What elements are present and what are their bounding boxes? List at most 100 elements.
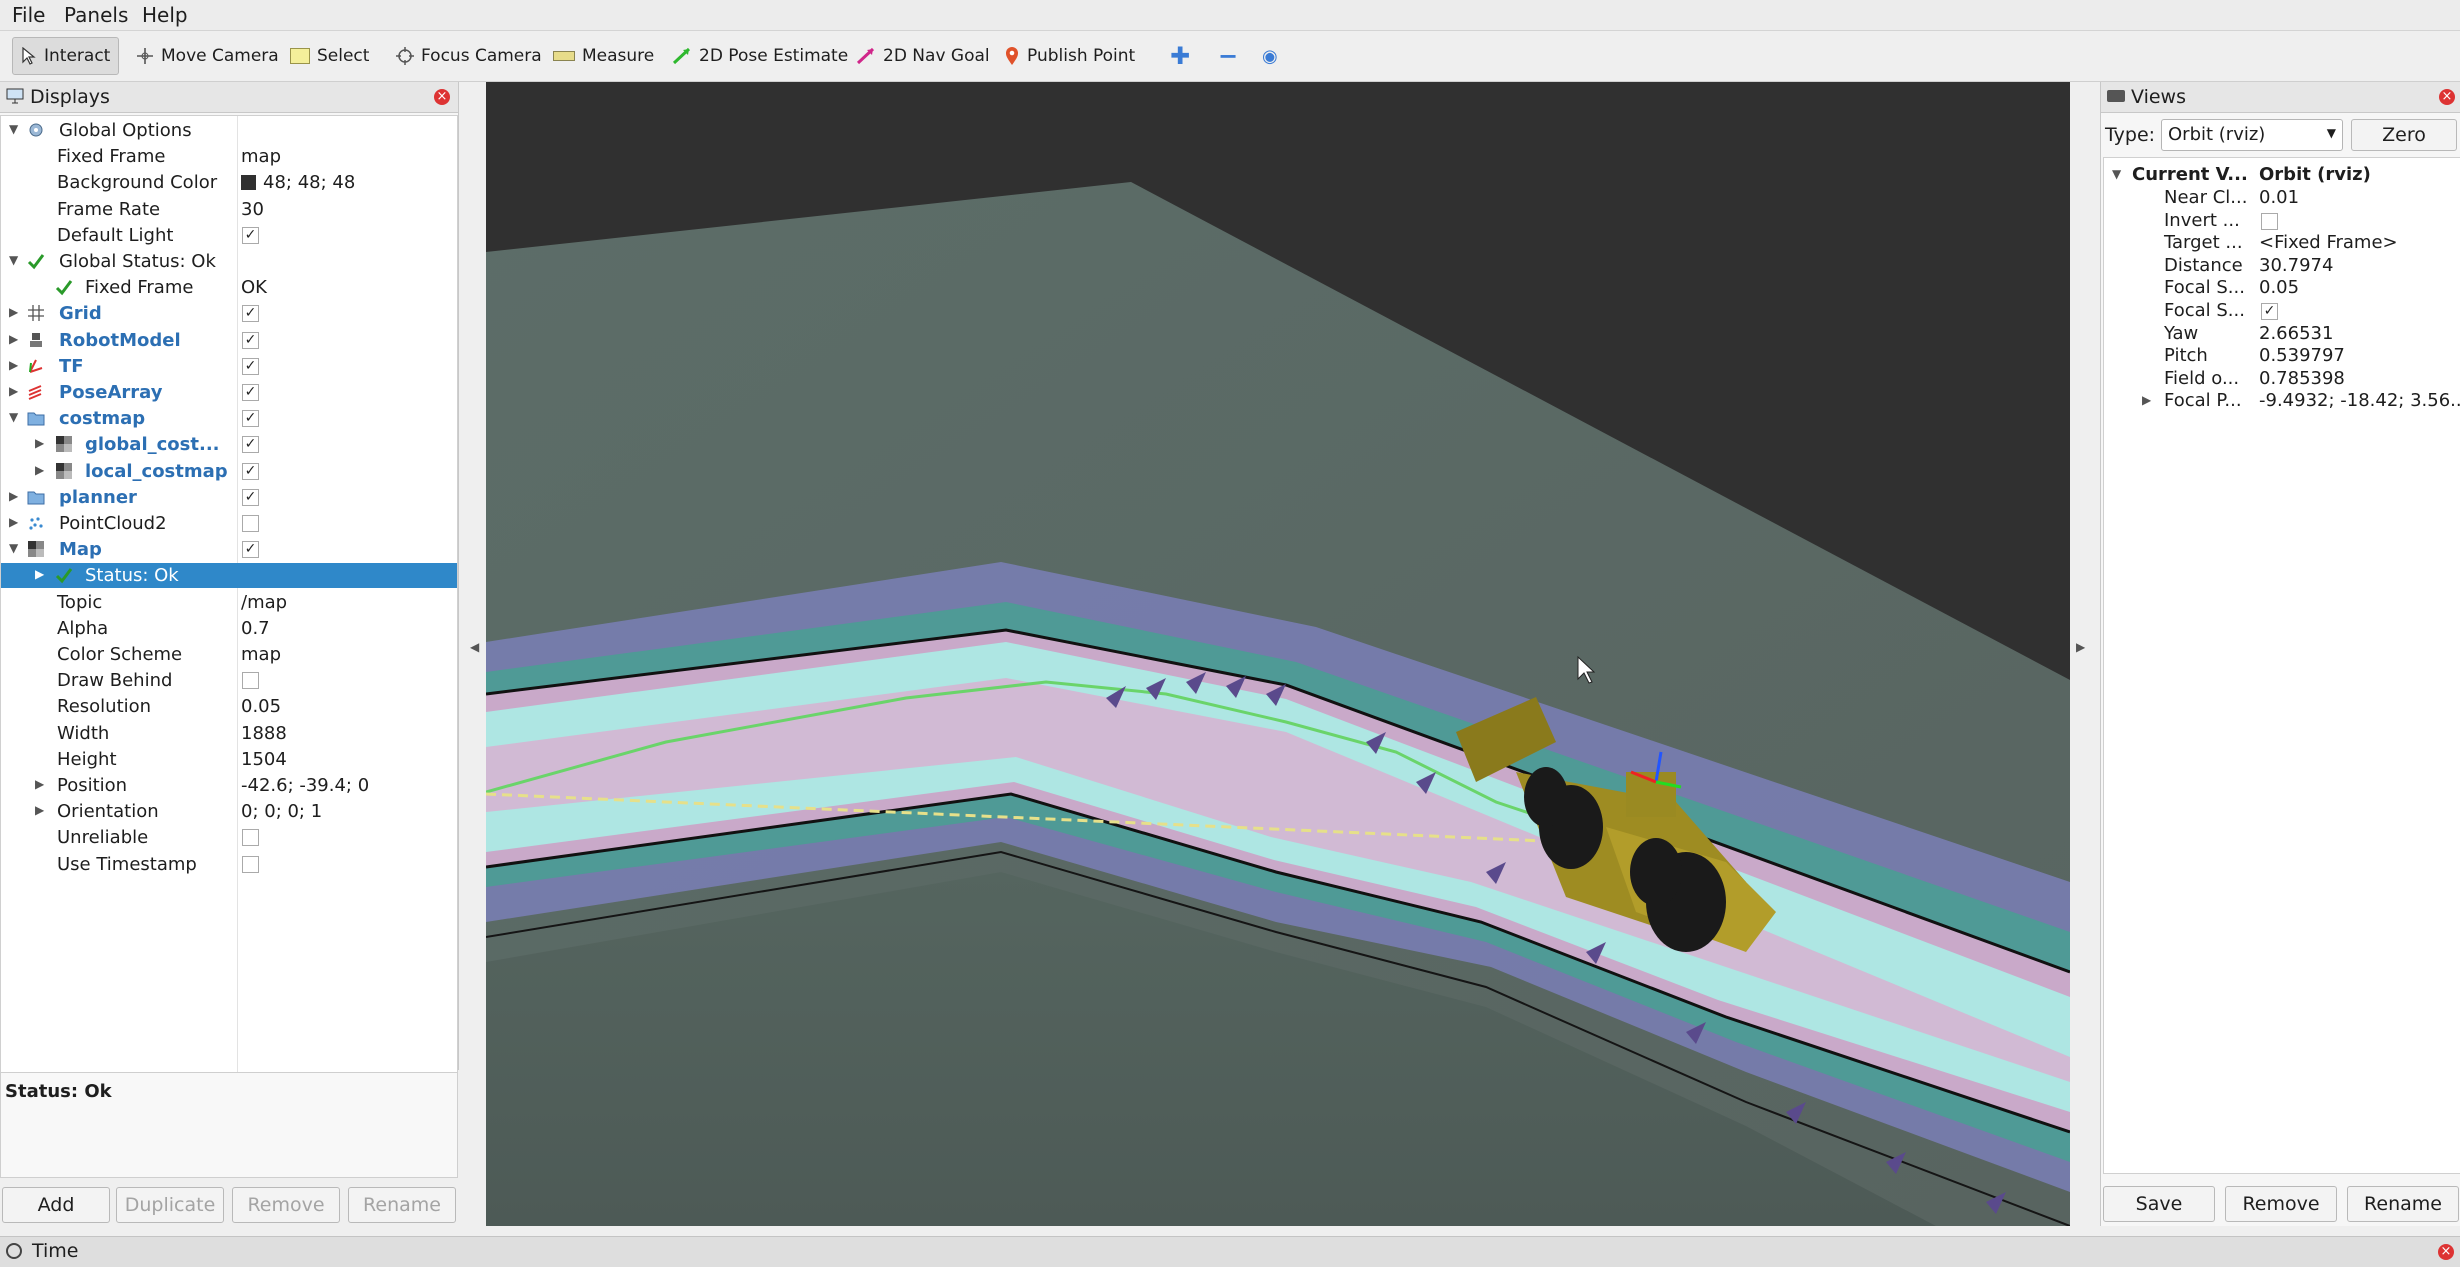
expand-arrow-icon[interactable]: ▶ <box>9 384 18 398</box>
expand-arrow-icon[interactable]: ▶ <box>35 436 44 450</box>
add-button[interactable]: Add <box>2 1187 110 1223</box>
enable-checkbox[interactable]: ✓ <box>242 410 259 428</box>
add-tool-icon[interactable]: ✚ <box>1170 41 1190 71</box>
expand-arrow-icon[interactable]: ▶ <box>9 332 18 346</box>
view-property-value[interactable]: 0.05 <box>2259 277 2299 298</box>
view-property-value[interactable]: 0.785398 <box>2259 368 2345 389</box>
display-row-fixed-frame-status[interactable]: Fixed Frame OK <box>1 275 457 300</box>
move-camera-tool-button[interactable]: Move Camera <box>136 41 279 71</box>
publish-point-tool-button[interactable]: Publish Point <box>1004 41 1135 71</box>
view-property-row[interactable]: Target ... <Fixed Frame> <box>2104 232 2460 254</box>
current-view-row[interactable]: ▼ Current V... Orbit (rviz) <box>2104 164 2460 186</box>
remove-display-button[interactable]: Remove <box>232 1187 340 1223</box>
menu-help[interactable]: Help <box>142 3 188 27</box>
enable-checkbox[interactable]: ✓ <box>242 462 259 480</box>
view-property-row[interactable]: Invert ... <box>2104 210 2460 232</box>
display-row-frame-rate[interactable]: Frame Rate 30 <box>1 197 457 222</box>
display-value[interactable]: 0; 0; 0; 1 <box>241 801 322 822</box>
color-swatch[interactable] <box>241 175 256 191</box>
expand-arrow-icon[interactable]: ▶ <box>9 358 18 372</box>
enable-checkbox[interactable]: ✓ <box>242 384 259 401</box>
remove-tool-icon[interactable]: − <box>1218 41 1238 71</box>
display-value[interactable]: 30 <box>241 199 264 220</box>
view-property-value[interactable]: -9.4932; -18.42; 3.56... <box>2259 390 2460 411</box>
display-row-pointcloud2[interactable]: ▶ PointCloud2 <box>1 511 457 536</box>
expand-arrow-icon[interactable]: ▶ <box>35 567 44 581</box>
view-property-value[interactable]: 30.7974 <box>2259 255 2333 276</box>
expand-arrow-icon[interactable]: ▶ <box>35 803 44 817</box>
collapse-arrow-icon[interactable]: ▼ <box>9 541 18 555</box>
display-row-map[interactable]: ▼ Map ✓ <box>1 537 457 562</box>
display-value[interactable]: 1504 <box>241 749 287 770</box>
enable-checkbox[interactable]: ✓ <box>242 357 259 375</box>
pose-estimate-tool-button[interactable]: 2D Pose Estimate <box>672 41 848 71</box>
display-row-global-costmap[interactable]: ▶ global_cost... ✓ <box>1 432 457 457</box>
rename-view-button[interactable]: Rename <box>2347 1186 2459 1222</box>
display-row-costmap[interactable]: ▼ costmap ✓ <box>1 406 457 431</box>
enable-checkbox[interactable]: ✓ <box>242 331 259 349</box>
display-row-width[interactable]: Width 1888 <box>1 721 457 746</box>
view-property-row[interactable]: Distance 30.7974 <box>2104 255 2460 277</box>
view-property-row[interactable]: ▶ Focal P... -9.4932; -18.42; 3.56... <box>2104 390 2460 412</box>
enable-checkbox[interactable]: ✓ <box>242 226 259 244</box>
display-row-draw-behind[interactable]: Draw Behind <box>1 668 457 693</box>
enable-checkbox[interactable]: ✓ <box>242 541 259 559</box>
display-row-planner[interactable]: ▶ planner ✓ <box>1 485 457 510</box>
display-row-use-timestamp[interactable]: Use Timestamp <box>1 852 457 877</box>
rename-display-button[interactable]: Rename <box>348 1187 456 1223</box>
display-row-default-light[interactable]: Default Light ✓ <box>1 223 457 248</box>
display-value[interactable]: 0.7 <box>241 618 270 639</box>
view-checkbox[interactable]: ✓ <box>2261 303 2278 320</box>
enable-checkbox[interactable] <box>242 515 259 532</box>
collapse-arrow-icon[interactable]: ▼ <box>9 253 18 267</box>
display-row-local-costmap[interactable]: ▶ local_costmap ✓ <box>1 459 457 484</box>
view-type-select[interactable]: Orbit (rviz) ▼ <box>2161 119 2343 151</box>
time-close-icon[interactable]: × <box>2438 1244 2454 1260</box>
display-row-grid[interactable]: ▶ Grid ✓ <box>1 301 457 326</box>
views-close-icon[interactable]: × <box>2439 89 2455 105</box>
display-row-orientation[interactable]: ▶ Orientation 0; 0; 0; 1 <box>1 799 457 824</box>
select-tool-button[interactable]: Select <box>290 41 369 71</box>
remove-view-button[interactable]: Remove <box>2225 1186 2337 1222</box>
menu-file[interactable]: File <box>12 3 45 27</box>
view-property-value[interactable]: 0.539797 <box>2259 345 2345 366</box>
display-row-tf[interactable]: ▶ TF ✓ <box>1 354 457 379</box>
expand-arrow-icon[interactable]: ▶ <box>9 515 18 529</box>
collapse-arrow-icon[interactable]: ▼ <box>9 122 18 136</box>
view-property-row[interactable]: Near Cl... 0.01 <box>2104 187 2460 209</box>
view-property-value[interactable]: 0.01 <box>2259 187 2299 208</box>
display-value[interactable]: -42.6; -39.4; 0 <box>241 775 369 796</box>
expand-arrow-icon[interactable]: ▶ <box>9 305 18 319</box>
menu-panels[interactable]: Panels <box>64 3 128 27</box>
view-property-row[interactable]: Focal S... ✓ <box>2104 300 2460 322</box>
expand-arrow-icon[interactable]: ▶ <box>35 463 44 477</box>
display-value[interactable]: 0.05 <box>241 696 281 717</box>
view-property-row[interactable]: Pitch 0.539797 <box>2104 345 2460 367</box>
view-property-value[interactable]: <Fixed Frame> <box>2259 232 2398 253</box>
enable-checkbox[interactable]: ✓ <box>242 305 259 323</box>
display-value[interactable]: 48; 48; 48 <box>263 172 355 193</box>
expand-arrow-icon[interactable]: ▶ <box>35 777 44 791</box>
duplicate-button[interactable]: Duplicate <box>116 1187 224 1223</box>
close-icon[interactable]: × <box>434 89 450 105</box>
display-row-map-status[interactable]: ▶ Status: Ok <box>1 563 457 589</box>
display-value[interactable]: /map <box>241 592 287 613</box>
render-viewport[interactable] <box>486 82 2070 1226</box>
nav-goal-tool-button[interactable]: 2D Nav Goal <box>856 41 990 71</box>
right-splitter-handle[interactable]: ▶ <box>2076 640 2085 654</box>
tool-properties-icon[interactable]: ◉ <box>1262 41 1278 71</box>
display-row-robotmodel[interactable]: ▶ RobotModel ✓ <box>1 328 457 353</box>
display-row-global-status[interactable]: ▼ Global Status: Ok <box>1 249 457 274</box>
interact-tool-button[interactable]: Interact <box>12 37 120 75</box>
display-row-fixed-frame[interactable]: Fixed Frame map <box>1 144 457 169</box>
display-row-unreliable[interactable]: Unreliable <box>1 825 457 850</box>
display-row-background-color[interactable]: Background Color 48; 48; 48 <box>1 170 457 195</box>
save-view-button[interactable]: Save <box>2103 1186 2215 1222</box>
zero-button[interactable]: Zero <box>2351 119 2457 151</box>
view-property-row[interactable]: Yaw 2.66531 <box>2104 323 2460 345</box>
expand-arrow-icon[interactable]: ▶ <box>2142 393 2151 407</box>
display-row-global-options[interactable]: ▼ Global Options <box>1 118 457 143</box>
display-row-posearray[interactable]: ▶ PoseArray ✓ <box>1 380 457 405</box>
display-row-height[interactable]: Height 1504 <box>1 747 457 772</box>
view-property-row[interactable]: Focal S... 0.05 <box>2104 277 2460 299</box>
